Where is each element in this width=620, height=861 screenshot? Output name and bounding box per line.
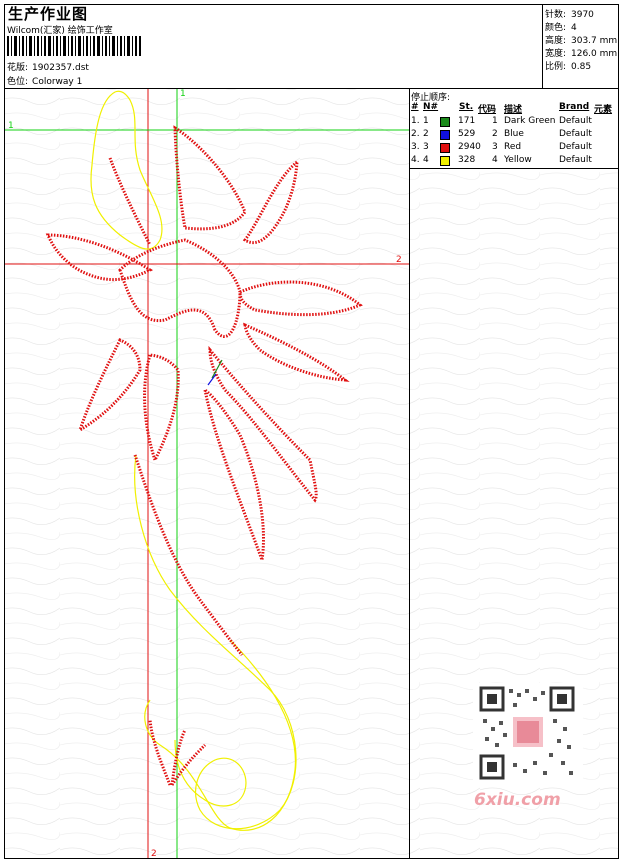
embroidery-drawing: 1 1 2 2: [5, 89, 618, 859]
red-horizontal-label: 2: [396, 255, 402, 265]
red-vertical-label: 2: [151, 849, 157, 859]
green-vertical-label: 1: [180, 89, 186, 99]
watermark-logo: 6xiu.com: [474, 790, 561, 810]
green-horizontal-label: 1: [8, 121, 14, 131]
qr-code: [473, 683, 583, 783]
